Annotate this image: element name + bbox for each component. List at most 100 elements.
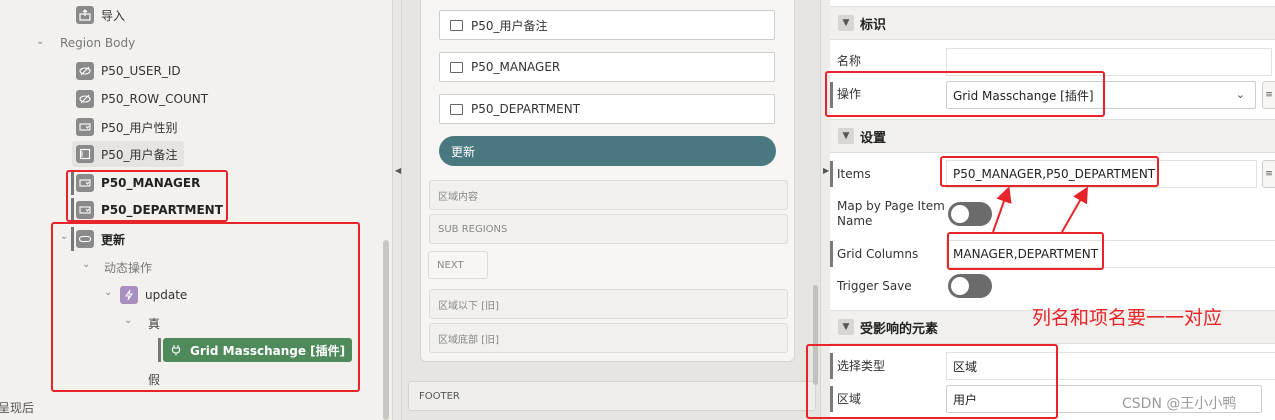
- collapse-right-icon[interactable]: ▶: [823, 166, 829, 175]
- tree-scrollbar[interactable]: [383, 240, 389, 420]
- tree-node-item[interactable]: P50_USER_ID: [76, 58, 181, 84]
- tree-panel: 导入 ⌄ Region Body P50_USER_ID P50_ROW_COU…: [0, 0, 392, 420]
- tree-node-label: 更新: [101, 232, 126, 247]
- layout-panel: P50_用户备注 P50_MANAGER P50_DEPARTMENT 更新 区…: [402, 0, 820, 420]
- name-input[interactable]: [946, 48, 1272, 76]
- chevron-down-icon[interactable]: ▼: [838, 128, 854, 144]
- annotation-text: 列名和项名要一一对应: [1032, 307, 1223, 329]
- chevron-down-icon[interactable]: ⌄: [104, 287, 112, 298]
- select-list-icon: [450, 103, 463, 115]
- next-section[interactable]: NEXT: [428, 251, 488, 279]
- chevron-down-icon[interactable]: ⌄: [60, 231, 68, 242]
- region-body-label: Region Body: [60, 36, 136, 50]
- items-label: Items: [837, 167, 871, 181]
- hidden-item-icon: [76, 90, 94, 108]
- textarea-icon: [450, 19, 463, 31]
- dynamic-actions-label: 动态操作: [104, 261, 153, 275]
- required-bar: [830, 82, 833, 108]
- tree-node-dynamic-action[interactable]: update: [120, 282, 187, 308]
- required-bar: [830, 386, 833, 412]
- selection-type-label: 选择类型: [837, 359, 886, 373]
- region-bottom-section[interactable]: 区域底部 [旧]: [429, 323, 788, 353]
- action-select-value: Grid Masschange [插件]: [953, 88, 1094, 103]
- layout-item[interactable]: P50_MANAGER: [439, 52, 775, 82]
- section-identification[interactable]: ▼ 标识: [830, 6, 1275, 40]
- selection-type-select[interactable]: 区域: [946, 352, 1275, 380]
- tree-node-action-plugin[interactable]: Grid Masschange [插件]: [163, 338, 353, 362]
- chevron-down-icon[interactable]: ⌄: [82, 259, 90, 270]
- tree-selection-bar: [158, 338, 161, 362]
- tree-node-label: update: [145, 288, 188, 302]
- sub-regions-section[interactable]: SUB REGIONS: [429, 214, 788, 244]
- layout-item-label: P50_DEPARTMENT: [471, 102, 581, 116]
- action-select[interactable]: Grid Masschange [插件] ⌄: [946, 81, 1256, 109]
- tree-node-label: P50_USER_ID: [101, 64, 181, 78]
- tree-selection-bar: [71, 227, 74, 251]
- region-select-value: 用户: [953, 392, 978, 407]
- chevron-down-icon[interactable]: ⌄: [124, 315, 132, 326]
- tree-node-button[interactable]: 更新: [76, 226, 125, 252]
- tree-node-label: P50_MANAGER: [101, 176, 201, 190]
- select-list-icon: [450, 61, 463, 73]
- grid-columns-label: Grid Columns: [837, 247, 919, 261]
- required-bar: [830, 161, 833, 187]
- items-picker-button[interactable]: ≡: [1262, 160, 1275, 188]
- layout-item-label: P50_MANAGER: [471, 60, 561, 74]
- plug-icon: [167, 341, 185, 359]
- tree-node-label: 导入: [101, 8, 126, 23]
- tree-node-item[interactable]: P50_MANAGER: [76, 170, 200, 196]
- layout-update-button[interactable]: 更新: [439, 136, 776, 166]
- action-list-button[interactable]: ≡: [1262, 81, 1275, 109]
- tree-node-label: Grid Masschange [插件]: [190, 343, 346, 358]
- textarea-icon: [76, 145, 94, 163]
- tree-node-label: P50_用户备注: [101, 147, 178, 162]
- collapse-left-icon[interactable]: ◀: [395, 166, 401, 175]
- map-by-page-item-name-toggle[interactable]: [948, 202, 992, 226]
- tree-node-label: P50_DEPARTMENT: [101, 203, 223, 217]
- tree-node-item[interactable]: P50_DEPARTMENT: [76, 197, 223, 223]
- items-input[interactable]: P50_MANAGER,P50_DEPARTMENT: [946, 160, 1257, 188]
- select-list-icon: [76, 201, 94, 219]
- section-title: 受影响的元素: [860, 321, 939, 337]
- property-editor: ▼ 标识 名称 操作 Grid Masschange [插件] ⌄ ≡ ▼ 设置…: [830, 0, 1275, 420]
- tree-node-import[interactable]: 导入: [76, 2, 125, 28]
- tree-node-item-selected[interactable]: P50_用户备注: [72, 141, 184, 167]
- trigger-save-toggle[interactable]: [948, 274, 992, 298]
- true-branch-label: 真: [148, 317, 161, 331]
- import-icon: [76, 6, 94, 24]
- name-label: 名称: [837, 54, 862, 68]
- left-splitter[interactable]: ◀: [392, 0, 402, 420]
- region-content-section[interactable]: 区域内容: [429, 180, 788, 210]
- layout-scrollbar[interactable]: [813, 285, 818, 385]
- chevron-down-icon[interactable]: ▼: [838, 319, 854, 335]
- map-by-page-item-name-label: Map by Page Item Name: [837, 199, 945, 228]
- section-title: 标识: [860, 17, 887, 33]
- below-region-section[interactable]: 区域以下 [旧]: [429, 289, 788, 319]
- hidden-item-icon: [76, 62, 94, 80]
- tree-selection-bar: [71, 198, 74, 222]
- after-render-label: 呈现后: [0, 401, 35, 415]
- chevron-down-icon[interactable]: ▼: [838, 15, 854, 31]
- action-label: 操作: [837, 87, 862, 101]
- layout-item-label: P50_用户备注: [471, 18, 548, 33]
- right-splitter[interactable]: ▶: [820, 0, 830, 420]
- tree-node-item[interactable]: P50_用户性别: [76, 114, 178, 140]
- region-card: P50_用户备注 P50_MANAGER P50_DEPARTMENT 更新 区…: [420, 0, 795, 362]
- chevron-down-icon[interactable]: ⌄: [36, 36, 44, 47]
- lightning-icon: [120, 286, 138, 304]
- chevron-down-icon: ⌄: [1235, 88, 1245, 101]
- layout-item[interactable]: P50_用户备注: [439, 10, 775, 40]
- section-settings[interactable]: ▼ 设置: [830, 119, 1275, 153]
- select-list-icon: [76, 174, 94, 192]
- trigger-save-label: Trigger Save: [837, 279, 912, 293]
- tree-node-label: P50_ROW_COUNT: [101, 92, 209, 106]
- footer-section[interactable]: FOOTER: [408, 381, 816, 411]
- region-label: 区域: [837, 392, 862, 406]
- required-bar: [830, 241, 833, 267]
- layout-item[interactable]: P50_DEPARTMENT: [439, 94, 775, 124]
- tree-node-label: P50_用户性别: [101, 120, 178, 135]
- grid-columns-input[interactable]: MANAGER,DEPARTMENT: [946, 240, 1275, 268]
- tree-selection-bar: [71, 171, 74, 195]
- watermark: CSDN @王小小鸭: [1122, 396, 1237, 412]
- tree-node-item[interactable]: P50_ROW_COUNT: [76, 86, 208, 112]
